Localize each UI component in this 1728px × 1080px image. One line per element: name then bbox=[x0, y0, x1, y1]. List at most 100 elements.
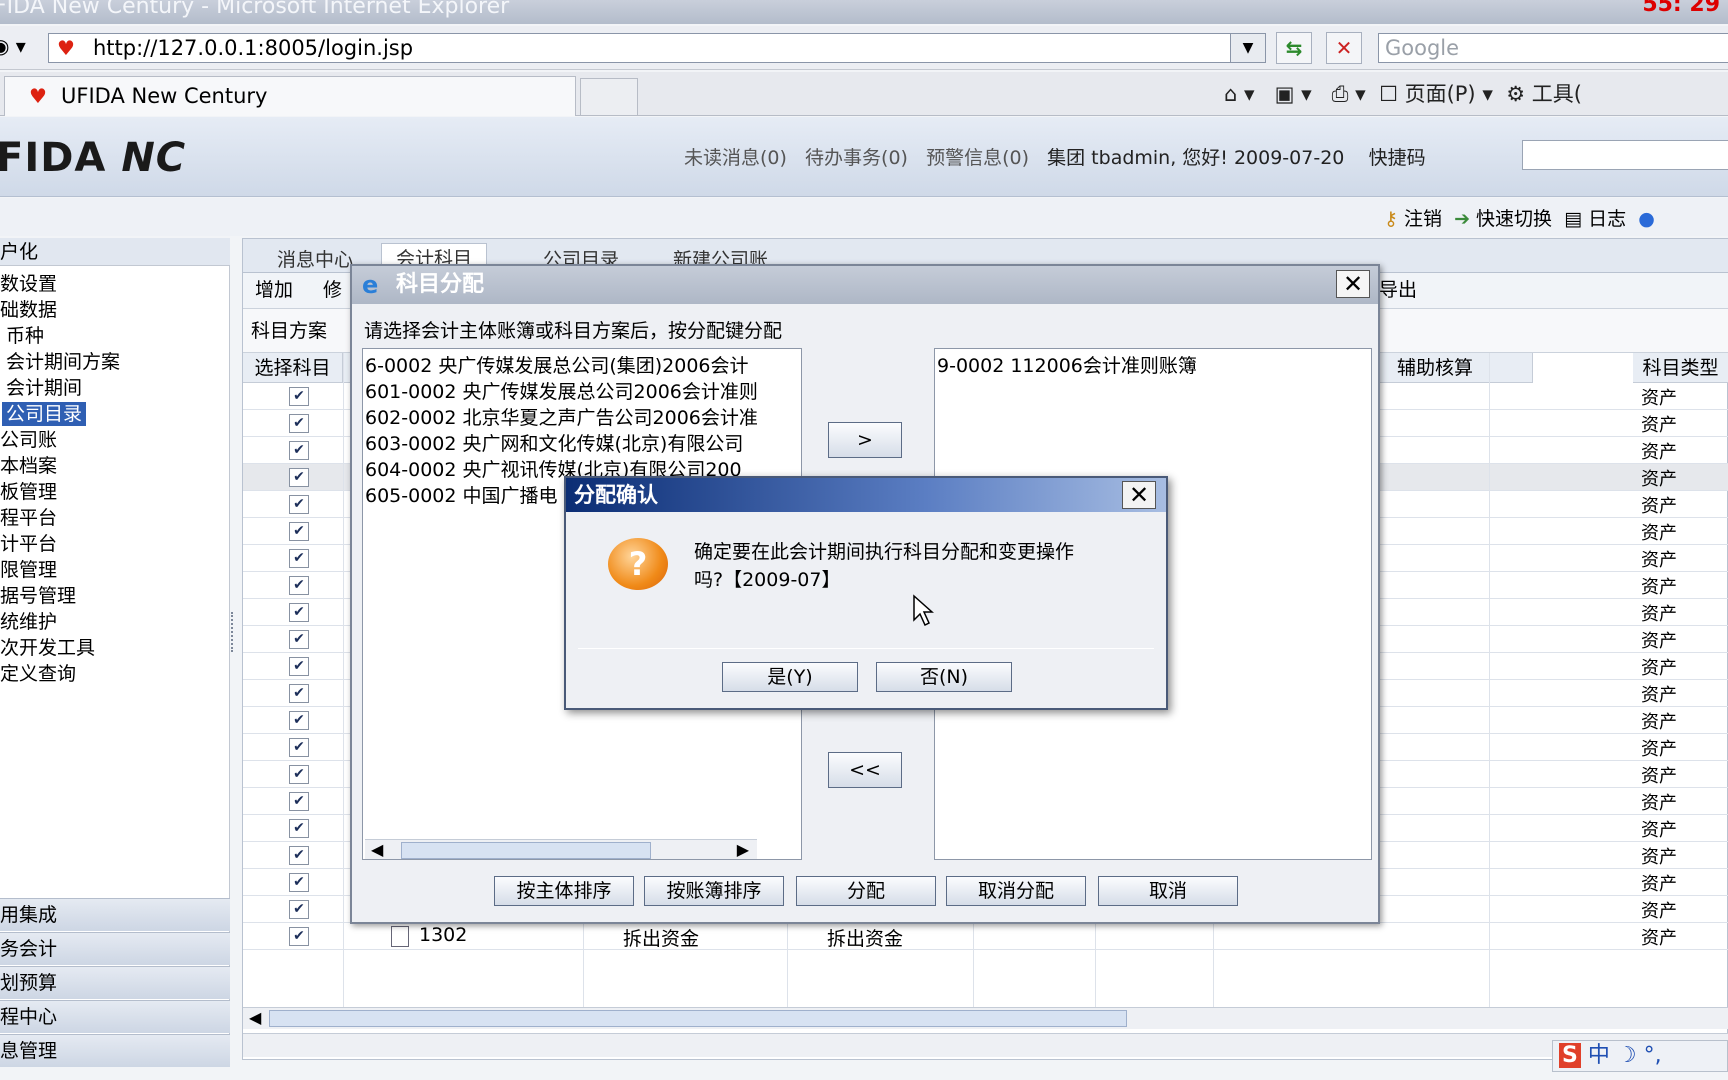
home-icon[interactable]: ⌂ ▾ bbox=[1224, 82, 1255, 106]
list-item[interactable]: 605-0002 中国广播电 bbox=[365, 481, 558, 508]
row-checkbox[interactable]: ✔ bbox=[289, 603, 309, 622]
sidebar-item-selected[interactable]: 公司目录 bbox=[2, 402, 87, 426]
scroll-right-icon[interactable]: ▶ bbox=[737, 840, 749, 859]
scroll-left-icon[interactable]: ◀ bbox=[371, 840, 383, 859]
row-checkbox[interactable]: ✔ bbox=[289, 927, 309, 946]
new-tab-button[interactable] bbox=[580, 78, 638, 116]
sidebar-item[interactable]: 定义查询 bbox=[0, 662, 76, 686]
feeds-icon[interactable]: ▣ ▾ bbox=[1275, 82, 1312, 106]
sidebar-item[interactable]: 据号管理 bbox=[0, 584, 76, 608]
row-checkbox[interactable]: ✔ bbox=[289, 738, 309, 757]
quick-switch-link[interactable]: 快速切换 bbox=[1476, 208, 1552, 230]
todo-link[interactable]: 待办事务(0) bbox=[805, 147, 908, 169]
log-link[interactable]: 日志 bbox=[1588, 208, 1626, 230]
sidebar-item[interactable]: 公司账 bbox=[0, 428, 57, 452]
scrollbar-thumb[interactable] bbox=[401, 842, 651, 859]
sidebar-item[interactable]: 币种 bbox=[6, 324, 44, 348]
move-right-button[interactable]: > bbox=[828, 422, 902, 458]
page-menu[interactable]: ☐ 页面(P) ▾ bbox=[1379, 82, 1493, 106]
ie-icon: e bbox=[362, 271, 379, 299]
row-checkbox[interactable]: ✔ bbox=[289, 576, 309, 595]
sidebar-item[interactable]: 会计期间 bbox=[6, 376, 82, 400]
ime-toolbar[interactable]: S 中 ☽ °, bbox=[1552, 1040, 1728, 1072]
list-item[interactable]: 9-0002 112006会计准则账簿 bbox=[937, 351, 1197, 378]
sidebar-item[interactable]: 数设置 bbox=[0, 272, 57, 296]
unread-messages-link[interactable]: 未读消息(0) bbox=[684, 147, 787, 169]
row-checkbox[interactable]: ✔ bbox=[289, 630, 309, 649]
column-header-type[interactable]: 科目类型 bbox=[1633, 353, 1728, 383]
move-left-button[interactable]: << bbox=[828, 752, 902, 788]
sidebar-item[interactable]: 础数据 bbox=[0, 298, 57, 322]
sort-by-entity-button[interactable]: 按主体排序 bbox=[494, 876, 634, 906]
list-item[interactable]: 601-0002 央广传媒发展总公司2006会计准则 bbox=[365, 377, 758, 404]
sidebar-item[interactable]: 统维护 bbox=[0, 610, 57, 634]
stop-icon[interactable]: ✕ bbox=[1326, 32, 1362, 64]
horizontal-scrollbar[interactable]: ◀ bbox=[243, 1007, 1728, 1029]
no-button[interactable]: 否(N) bbox=[876, 662, 1012, 692]
browser-tab[interactable]: ♥ UFIDA New Century bbox=[4, 76, 576, 116]
list-item[interactable]: 603-0002 央广网和文化传媒(北京)有限公司 bbox=[365, 429, 743, 456]
list-item[interactable]: 602-0002 北京华夏之声广告公司2006会计准 bbox=[365, 403, 758, 430]
row-checkbox[interactable]: ✔ bbox=[289, 495, 309, 514]
close-icon[interactable]: ✕ bbox=[1122, 481, 1156, 509]
row-checkbox[interactable]: ✔ bbox=[289, 900, 309, 919]
sidebar-item[interactable]: 限管理 bbox=[0, 558, 57, 582]
add-button[interactable]: 增加 bbox=[255, 273, 293, 307]
sidebar-item[interactable]: 计平台 bbox=[0, 532, 57, 556]
address-dropdown-button[interactable]: ▼ bbox=[1230, 33, 1266, 63]
column-header-select[interactable]: 选择科目 bbox=[243, 353, 343, 383]
unassign-button[interactable]: 取消分配 bbox=[946, 876, 1086, 906]
yes-button[interactable]: 是(Y) bbox=[722, 662, 858, 692]
row-checkbox[interactable]: ✔ bbox=[289, 711, 309, 730]
sidebar-item[interactable]: 程平台 bbox=[0, 506, 57, 530]
sidebar-section[interactable]: 划预算 bbox=[0, 966, 230, 999]
cancel-button[interactable]: 取消 bbox=[1098, 876, 1238, 906]
sidebar-item[interactable]: 会计期间方案 bbox=[6, 350, 120, 374]
row-checkbox[interactable]: ✔ bbox=[289, 414, 309, 433]
account-type-cell: 资产 bbox=[1641, 523, 1677, 544]
search-input[interactable]: Google bbox=[1378, 33, 1728, 63]
row-checkbox[interactable]: ✔ bbox=[289, 657, 309, 676]
scrollbar-thumb[interactable] bbox=[269, 1010, 1127, 1027]
sidebar-section[interactable]: 务会计 bbox=[0, 932, 230, 965]
row-checkbox[interactable]: ✔ bbox=[289, 684, 309, 703]
back-dropdown-icon[interactable]: ◉ ▾ bbox=[0, 34, 26, 58]
row-checkbox[interactable]: ✔ bbox=[289, 819, 309, 838]
print-icon[interactable]: ⎙ ▾ bbox=[1332, 82, 1366, 106]
help-icon[interactable]: ● bbox=[1638, 208, 1655, 230]
row-checkbox[interactable]: ✔ bbox=[289, 468, 309, 487]
export-button[interactable]: 导出 bbox=[1379, 273, 1417, 307]
row-checkbox[interactable]: ✔ bbox=[289, 387, 309, 406]
sidebar-item[interactable]: 本档案 bbox=[0, 454, 57, 478]
table-row[interactable]: ✔ 资产 1302 拆出资金 拆出资金 bbox=[243, 923, 1728, 950]
sidebar-section[interactable]: 程中心 bbox=[0, 1000, 230, 1033]
row-checkbox[interactable]: ✔ bbox=[289, 792, 309, 811]
assign-button[interactable]: 分配 bbox=[796, 876, 936, 906]
row-checkbox[interactable]: ✔ bbox=[289, 441, 309, 460]
sidebar-section[interactable]: 用集成 bbox=[0, 898, 230, 931]
tab-message-center[interactable]: 消息中心 bbox=[277, 245, 353, 272]
row-checkbox[interactable]: ✔ bbox=[289, 873, 309, 892]
edit-button[interactable]: 修 bbox=[323, 273, 342, 307]
row-checkbox[interactable]: ✔ bbox=[289, 765, 309, 784]
row-checkbox[interactable]: ✔ bbox=[289, 522, 309, 541]
window-title-bar: FIDA New Century - Microsoft Internet Ex… bbox=[0, 0, 1728, 24]
row-checkbox[interactable]: ✔ bbox=[289, 846, 309, 865]
sidebar-splitter[interactable] bbox=[231, 612, 237, 652]
row-checkbox[interactable]: ✔ bbox=[289, 549, 309, 568]
logout-link[interactable]: 注销 bbox=[1404, 208, 1442, 230]
sort-by-book-button[interactable]: 按账簿排序 bbox=[644, 876, 784, 906]
sidebar-item[interactable]: 板管理 bbox=[0, 480, 57, 504]
alerts-link[interactable]: 预警信息(0) bbox=[926, 147, 1029, 169]
list-item[interactable]: 6-0002 央广传媒发展总公司(集团)2006会计 bbox=[365, 351, 749, 378]
address-input[interactable]: ♥ http://127.0.0.1:8005/login.jsp bbox=[48, 33, 1266, 63]
sidebar-item[interactable]: 次开发工具 bbox=[0, 636, 95, 660]
scroll-left-icon[interactable]: ◀ bbox=[249, 1008, 261, 1027]
refresh-icon[interactable]: ⇆ bbox=[1276, 32, 1312, 64]
quickcode-input[interactable] bbox=[1522, 140, 1728, 170]
tools-menu[interactable]: ⚙ 工具( bbox=[1506, 82, 1582, 106]
list-scrollbar[interactable]: ◀ ▶ bbox=[365, 839, 757, 859]
close-icon[interactable]: ✕ bbox=[1336, 270, 1370, 298]
account-type-cell: 资产 bbox=[1641, 766, 1677, 787]
sidebar-section[interactable]: 息管理 bbox=[0, 1034, 230, 1067]
